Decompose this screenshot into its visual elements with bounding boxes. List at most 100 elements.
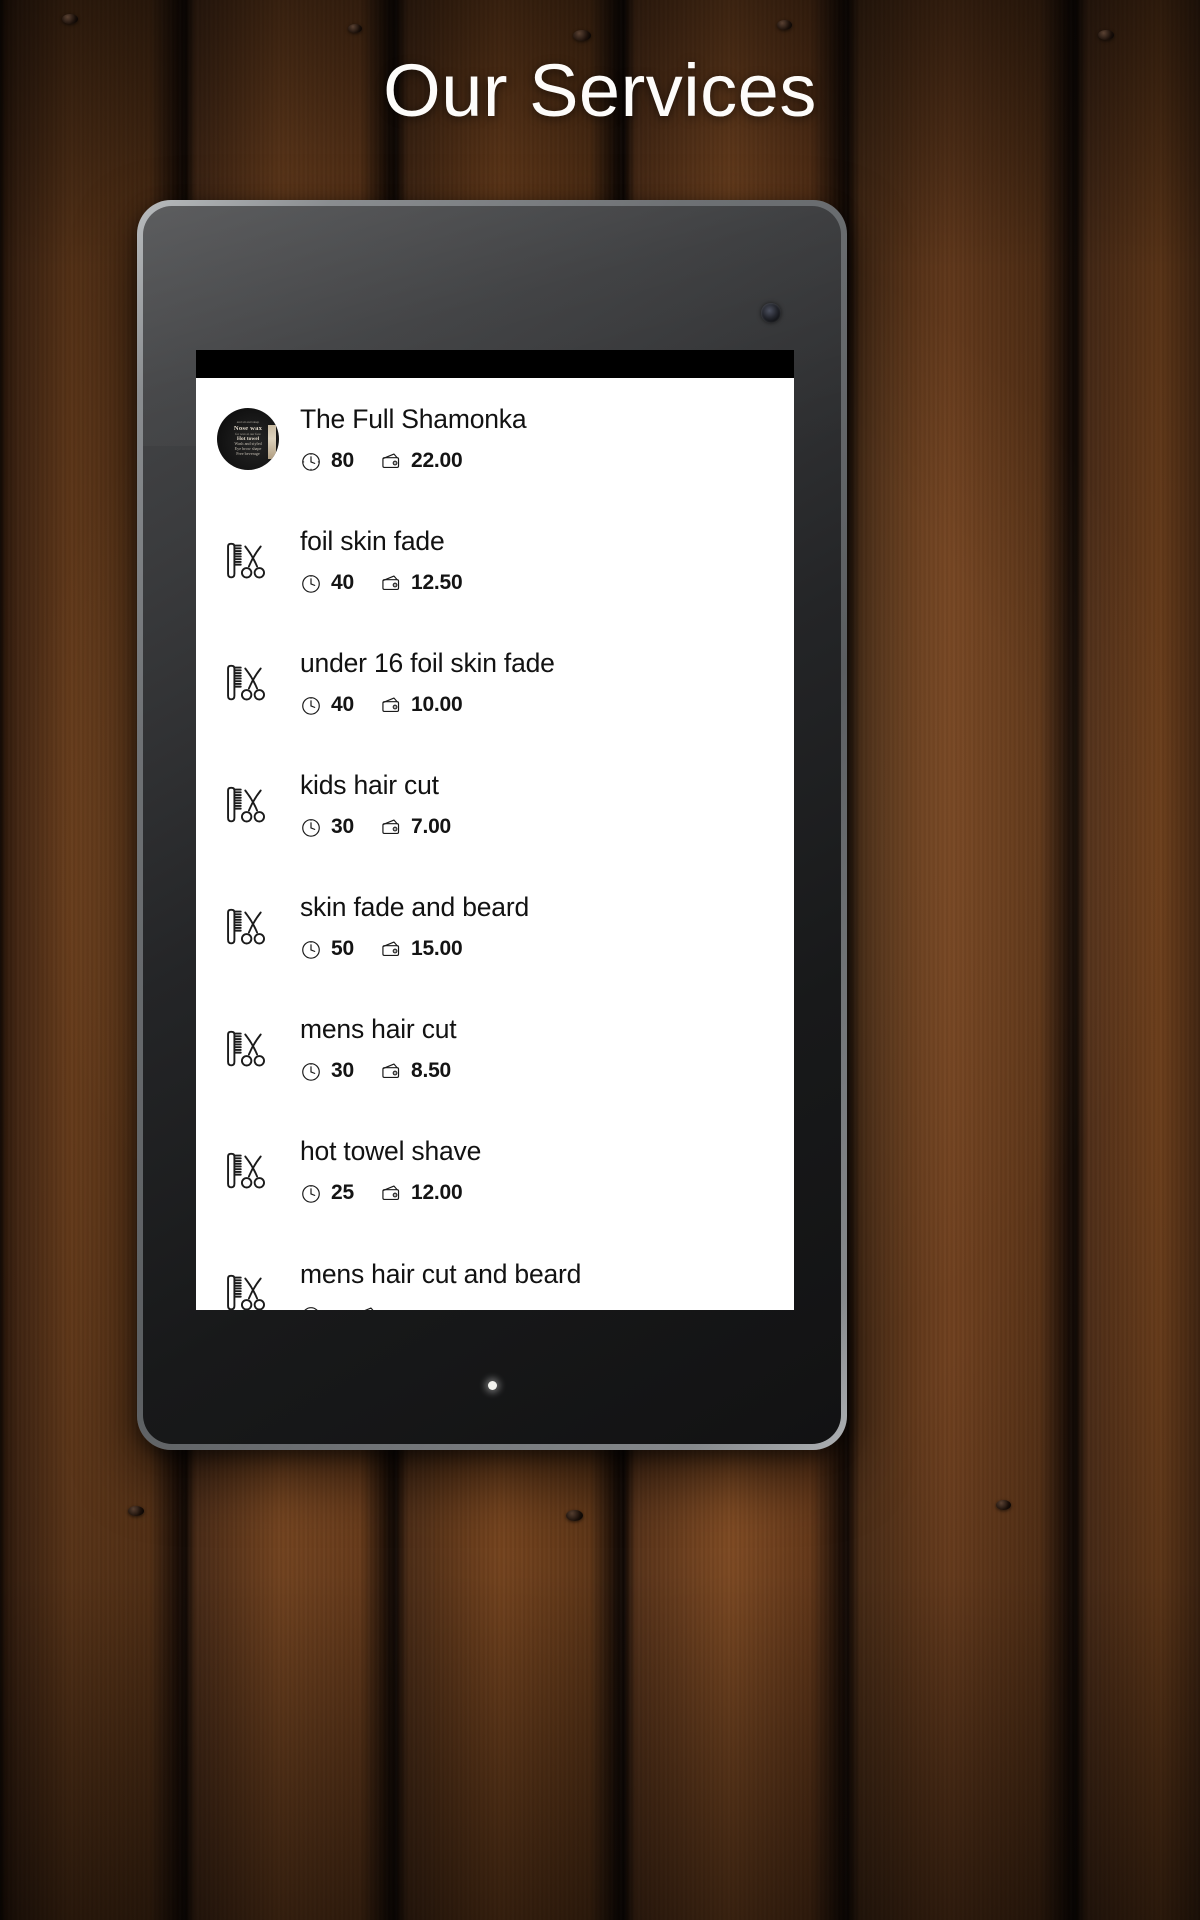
service-meta: 40 12.50 (300, 571, 780, 595)
avatar-text-line: for wax at our face (235, 431, 261, 436)
service-thumbnail: and sit and sleep Nose wax for wax at ou… (196, 408, 300, 470)
service-duration: 40 (331, 570, 354, 594)
avatar-text-line: and sit and sleep (236, 420, 260, 425)
service-details: kids hair cut 30 7.00 (300, 744, 794, 880)
price-group: 22.00 (380, 449, 463, 473)
wallet-icon (382, 697, 400, 712)
comb-scissors-icon (227, 1030, 265, 1067)
service-details: under 16 foil skin fade 40 10.00 (300, 622, 794, 758)
service-duration: 30 (331, 1058, 354, 1082)
wallet-icon (382, 1063, 400, 1078)
list-item[interactable]: hot towel shave 25 12.00 (196, 1110, 794, 1246)
avatar: and sit and sleep Nose wax for wax at ou… (217, 408, 279, 470)
service-name: mens hair cut (300, 1014, 457, 1045)
service-details: mens hair cut 30 8.50 (300, 988, 794, 1124)
service-price: 22.00 (410, 448, 463, 472)
list-item[interactable]: and sit and sleep Nose wax for wax at ou… (196, 378, 794, 514)
wallet-icon (382, 453, 400, 468)
services-list[interactable]: and sit and sleep Nose wax for wax at ou… (196, 378, 794, 1310)
plank-nail (566, 1510, 583, 1521)
duration-group: 50 (300, 937, 354, 961)
list-item[interactable]: mens hair cut 30 8.50 (196, 988, 794, 1124)
service-meta: 40 10.00 (300, 693, 780, 717)
service-duration: 30 (331, 814, 354, 838)
avatar-text-line: Free beverage (236, 450, 260, 456)
clock-icon (302, 1062, 320, 1081)
plank-nail (348, 24, 362, 33)
plank-nail (128, 1506, 144, 1516)
avatar-photo-strip (268, 425, 276, 459)
plank-nail (573, 30, 591, 41)
duration-group: 30 (300, 815, 354, 839)
duration-group: 40 (300, 693, 354, 717)
service-duration: 80 (331, 448, 354, 472)
service-meta: 50 15.00 (300, 937, 780, 961)
list-item[interactable]: under 16 foil skin fade 40 10.00 (196, 622, 794, 758)
service-details: The Full Shamonka 80 22.00 (300, 378, 794, 514)
service-icon (196, 654, 300, 712)
price-group: 12.00 (380, 1181, 463, 1205)
service-name: foil skin fade (300, 526, 445, 557)
service-duration: 50 (331, 936, 354, 960)
plank-nail (777, 20, 792, 30)
comb-scissors-icon (227, 786, 265, 823)
clock-icon (302, 1184, 320, 1203)
tablet-body: and sit and sleep Nose wax for wax at ou… (143, 206, 841, 1444)
comb-scissors-icon (227, 542, 265, 579)
clock-icon (302, 696, 320, 715)
service-name: under 16 foil skin fade (300, 648, 555, 679)
service-details: hot towel shave 25 12.00 (300, 1110, 794, 1246)
service-name: kids hair cut (300, 770, 439, 801)
wallet-icon (382, 941, 400, 956)
wallet-icon (382, 819, 400, 834)
service-details: mens hair cut and beard (300, 1232, 794, 1310)
plank-nail (996, 1500, 1011, 1510)
service-meta: 25 12.00 (300, 1181, 780, 1205)
price-group: 12.50 (380, 571, 463, 595)
service-price: 7.00 (410, 814, 452, 838)
device-screen: and sit and sleep Nose wax for wax at ou… (196, 350, 794, 1310)
duration-group: 30 (300, 1059, 354, 1083)
screen-bottom-edge (196, 1309, 794, 1310)
service-meta: 80 22.00 (300, 449, 780, 473)
price-group: 10.00 (380, 693, 463, 717)
clock-icon (302, 818, 320, 837)
service-name: mens hair cut and beard (300, 1259, 582, 1290)
comb-scissors-icon (227, 908, 265, 945)
duration-group: 40 (300, 571, 354, 595)
service-price: 15.00 (410, 936, 463, 960)
service-name: The Full Shamonka (300, 404, 527, 435)
service-meta: 30 7.00 (300, 815, 780, 839)
price-group: 8.50 (380, 1059, 451, 1083)
clock-icon (302, 452, 320, 471)
duration-group: 25 (300, 1181, 354, 1205)
service-icon (196, 1020, 300, 1078)
list-item[interactable]: foil skin fade 40 12.50 (196, 500, 794, 636)
list-item[interactable]: mens hair cut and beard (196, 1232, 794, 1310)
service-icon (196, 776, 300, 834)
clock-icon (302, 574, 320, 593)
list-item[interactable]: kids hair cut 30 7.00 (196, 744, 794, 880)
service-duration: 40 (331, 692, 354, 716)
service-icon (196, 898, 300, 956)
service-icon (196, 532, 300, 590)
service-price: 8.50 (410, 1058, 452, 1082)
wallet-icon (382, 575, 400, 590)
price-group: 15.00 (380, 937, 463, 961)
led-indicator-icon (488, 1381, 497, 1390)
comb-scissors-icon (227, 1274, 265, 1310)
plank-nail (62, 14, 78, 24)
list-item[interactable]: skin fade and beard 50 15.00 (196, 866, 794, 1002)
tablet-device: and sit and sleep Nose wax for wax at ou… (137, 200, 847, 1450)
service-price: 12.00 (410, 1180, 463, 1204)
service-name: hot towel shave (300, 1136, 482, 1167)
service-icon (196, 1264, 300, 1310)
service-details: foil skin fade 40 12.50 (300, 500, 794, 636)
service-price: 12.50 (410, 570, 463, 594)
wallet-icon (382, 1185, 400, 1200)
service-duration: 25 (331, 1180, 354, 1204)
service-price: 10.00 (410, 692, 463, 716)
plank-nail (1098, 30, 1114, 40)
service-icon (196, 1142, 300, 1200)
service-details: skin fade and beard 50 15.00 (300, 866, 794, 1002)
